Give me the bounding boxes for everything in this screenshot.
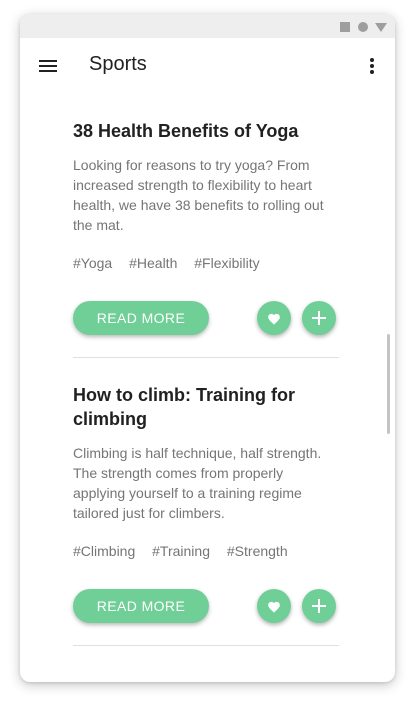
phone-frame: Sports 38 Health Benefits of Yoga Lookin… <box>20 14 395 682</box>
tag[interactable]: #Training <box>152 543 210 559</box>
divider <box>73 645 339 646</box>
tag[interactable]: #Yoga <box>73 255 112 271</box>
article-card: How to climb: Training for climbing Clim… <box>73 383 339 646</box>
scrollbar[interactable] <box>387 334 390 434</box>
heart-icon <box>268 313 280 325</box>
add-button[interactable] <box>302 301 336 335</box>
tag[interactable]: #Health <box>129 255 177 271</box>
article-card: 38 Health Benefits of Yoga Looking for r… <box>73 119 339 358</box>
heart-icon <box>268 601 280 613</box>
status-bar <box>20 14 395 38</box>
card-title: 38 Health Benefits of Yoga <box>73 121 299 141</box>
divider <box>73 357 339 358</box>
tag-list: #Climbing #Training #Strength <box>73 543 339 559</box>
plus-icon <box>312 599 326 613</box>
tag-list: #Yoga #Health #Flexibility <box>73 255 339 271</box>
card-description: Climbing is half technique, half strengt… <box>73 445 322 521</box>
tag[interactable]: #Strength <box>227 543 288 559</box>
read-more-button[interactable]: READ MORE <box>73 589 209 623</box>
app-bar: Sports <box>20 38 395 94</box>
like-button[interactable] <box>257 301 291 335</box>
card-description: Looking for reasons to try yoga? From in… <box>73 157 324 233</box>
home-icon <box>358 22 368 32</box>
card-actions: READ MORE <box>73 301 339 337</box>
read-more-button[interactable]: READ MORE <box>73 301 209 335</box>
recent-apps-icon <box>340 22 350 32</box>
add-button[interactable] <box>302 589 336 623</box>
hamburger-menu-icon[interactable] <box>36 54 60 78</box>
tag[interactable]: #Climbing <box>73 543 135 559</box>
like-button[interactable] <box>257 589 291 623</box>
tag[interactable]: #Flexibility <box>194 255 259 271</box>
page-title: Sports <box>89 53 147 75</box>
plus-icon <box>312 311 326 325</box>
card-actions: READ MORE <box>73 589 339 625</box>
back-icon <box>375 23 387 32</box>
more-vert-icon[interactable] <box>360 54 384 78</box>
card-title: How to climb: Training for climbing <box>73 385 295 429</box>
